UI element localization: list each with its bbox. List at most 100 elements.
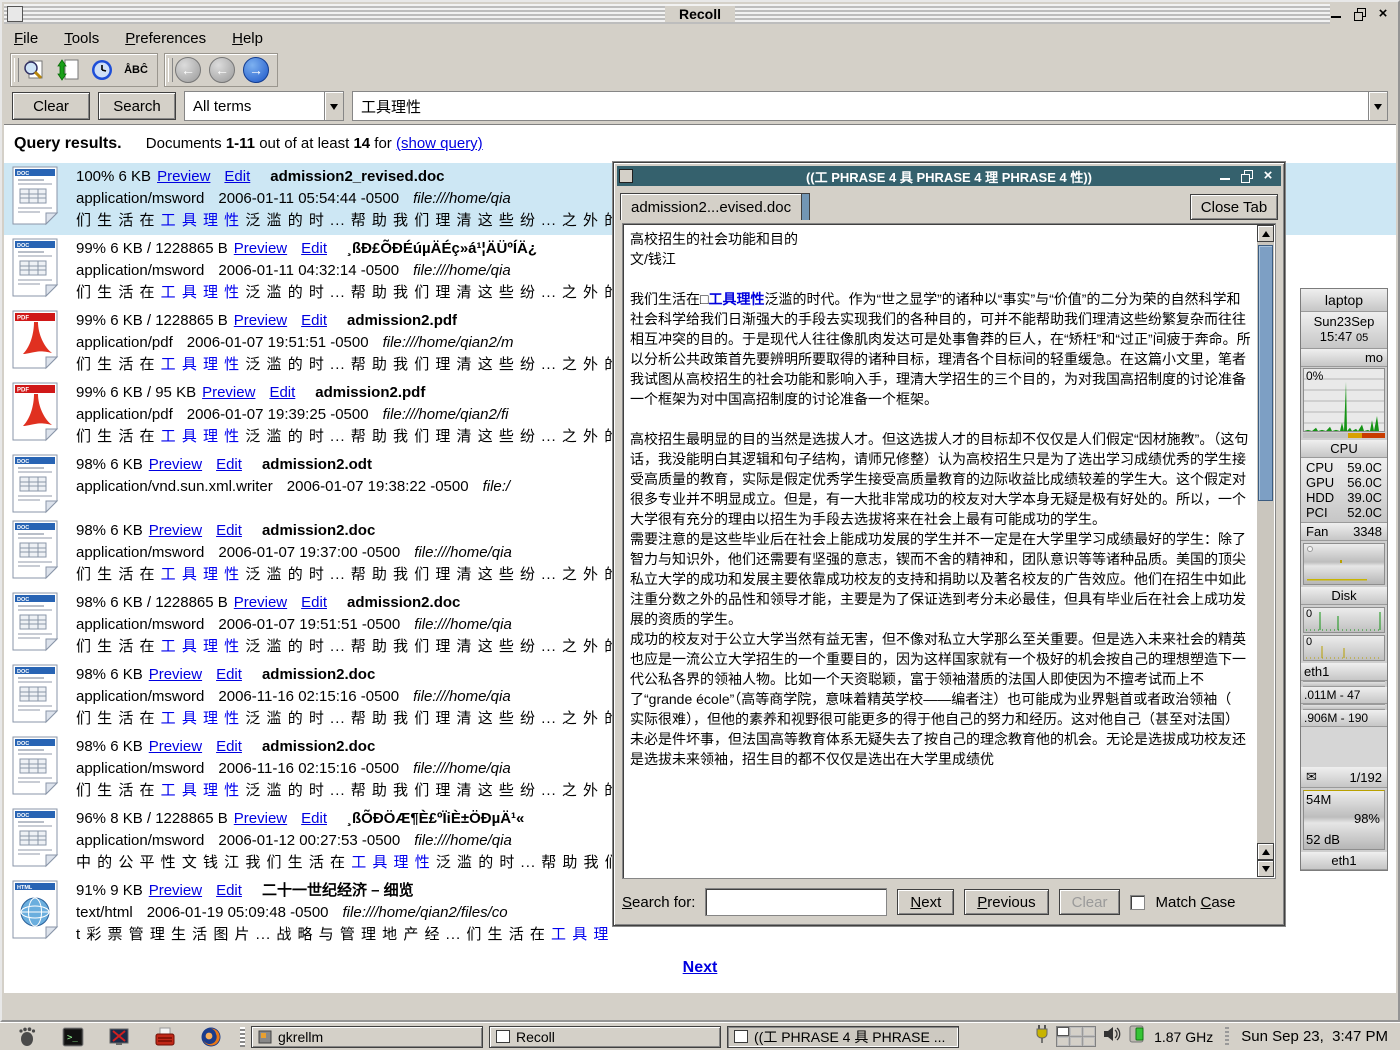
taskbar-handle[interactable] [240, 1027, 245, 1047]
find-previous-button[interactable]: Previous [964, 889, 1048, 915]
scroll-up-icon[interactable] [1257, 843, 1274, 860]
speaker-icon[interactable] [1102, 1025, 1122, 1048]
scrollbar-thumb[interactable] [1258, 245, 1273, 501]
preview-title: ((工 PHRASE 4 具 PHRASE 4 理 PHRASE 4 性)) [617, 167, 1281, 186]
result-url: file:///home/qian2/fi [383, 406, 509, 423]
previous-page-button[interactable]: ← [209, 57, 235, 83]
search-mode-combo[interactable]: All terms [184, 91, 344, 121]
menu-preferences[interactable]: Preferences [125, 30, 206, 47]
doc-file-icon: DOC [10, 238, 60, 298]
preview-link[interactable]: Preview [149, 522, 202, 539]
show-query-link[interactable]: (show query) [396, 135, 483, 152]
disk-chart-1: 0 [1303, 607, 1385, 633]
result-title: admission2.doc [262, 522, 375, 539]
preview-link[interactable]: Preview [234, 594, 287, 611]
find-next-button[interactable]: Next [897, 889, 954, 915]
sort-by-date-icon[interactable] [55, 57, 81, 83]
preview-link[interactable]: Preview [234, 240, 287, 257]
match-case-checkbox[interactable] [1130, 895, 1145, 910]
preview-link[interactable]: Preview [234, 810, 287, 827]
toolbar: ÅBĈ ← ← → [4, 52, 278, 88]
task-recoll[interactable]: Recoll [489, 1026, 721, 1048]
gkrellm-window[interactable]: laptop Sun23Sep 15:47 05 mo 0% CPU CPU59… [1300, 288, 1388, 871]
result-url: file:///home/qia [414, 544, 512, 561]
close-button[interactable]: × [1261, 169, 1275, 183]
result-score: 96% 8 KB / 1228865 B [76, 810, 228, 827]
lock-screen-icon[interactable] [107, 1025, 131, 1049]
restore-button[interactable] [1240, 169, 1254, 183]
edit-link[interactable]: Edit [216, 882, 242, 899]
edit-link[interactable]: Edit [216, 456, 242, 473]
task-gkrellm[interactable]: gkrellm [251, 1026, 483, 1048]
preview-scrollbar[interactable] [1257, 225, 1274, 877]
preview-link[interactable]: Preview [157, 168, 210, 185]
edit-link[interactable]: Edit [216, 666, 242, 683]
typewriter-icon[interactable] [153, 1025, 177, 1049]
results-total: 14 [353, 135, 370, 152]
doc-file-icon: DOC [10, 166, 60, 226]
restore-button[interactable] [1353, 7, 1367, 21]
gkrellm-date: Sun23Sep [1301, 314, 1387, 329]
menu-tools[interactable]: Tools [64, 30, 99, 47]
scroll-down-icon[interactable] [1257, 860, 1274, 877]
edit-link[interactable]: Edit [301, 594, 327, 611]
menu-file[interactable]: File [14, 30, 38, 47]
window-menu-icon[interactable] [7, 6, 23, 22]
preview-link[interactable]: Preview [202, 384, 255, 401]
result-title: admission2.doc [262, 666, 375, 683]
first-page-button[interactable]: ← [175, 57, 201, 83]
result-score: 99% 6 KB / 1228865 B [76, 240, 228, 257]
clear-button[interactable]: Clear [12, 92, 90, 120]
svg-text:DOC: DOC [17, 669, 29, 675]
find-input[interactable] [705, 888, 887, 916]
query-input[interactable] [353, 92, 1368, 120]
cpu-chip-icon[interactable] [1128, 1024, 1148, 1049]
next-results-link[interactable]: Next [683, 959, 718, 976]
workspace-pager[interactable] [1056, 1026, 1096, 1047]
taskbar-separator[interactable] [1225, 1027, 1229, 1047]
edit-link[interactable]: Edit [224, 168, 250, 185]
gkrellm-time: 15:47 [1320, 329, 1353, 344]
preview-tab[interactable]: admission2...evised.doc [620, 193, 802, 220]
preview-document-text[interactable]: 高校招生的社会功能和目的 文/钱江我们生活在□工具理性泛滥的时代。作为“世之显学… [630, 229, 1251, 874]
search-mode-value: All terms [185, 92, 324, 120]
find-clear-button[interactable]: Clear [1059, 889, 1121, 915]
menu-help[interactable]: Help [232, 30, 263, 47]
edit-link[interactable]: Edit [216, 522, 242, 539]
chevron-down-icon[interactable] [324, 92, 343, 120]
new-search-icon[interactable] [21, 57, 47, 83]
svg-text:HTML: HTML [17, 885, 33, 891]
firefox-icon[interactable] [199, 1025, 223, 1049]
minimize-button[interactable] [1219, 169, 1233, 183]
history-clock-icon[interactable] [89, 57, 115, 83]
task-preview[interactable]: ((工 PHRASE 4 具 PHRASE ... [727, 1026, 959, 1048]
preview-link[interactable]: Preview [234, 312, 287, 329]
scroll-up-icon[interactable] [1257, 225, 1274, 242]
close-button[interactable]: × [1376, 7, 1390, 21]
query-combo[interactable] [352, 91, 1388, 121]
edit-link[interactable]: Edit [301, 240, 327, 257]
result-title: 二十一世纪经济 – 细览 [262, 882, 414, 899]
preview-titlebar[interactable]: ((工 PHRASE 4 具 PHRASE 4 理 PHRASE 4 性)) × [617, 166, 1281, 186]
preview-link[interactable]: Preview [149, 456, 202, 473]
search-button[interactable]: Search [98, 92, 176, 120]
edit-link[interactable]: Edit [301, 810, 327, 827]
next-page-button[interactable]: → [243, 57, 269, 83]
preview-link[interactable]: Preview [149, 882, 202, 899]
preview-paragraph: 我们生活在□工具理性泛滥的时代。作为“世之显学”的诸种以“事实”与“价值”的二分… [630, 289, 1251, 409]
gnome-menu-icon[interactable] [15, 1025, 39, 1049]
chevron-down-icon[interactable] [1368, 92, 1387, 120]
terminal-icon[interactable]: >_ [61, 1025, 85, 1049]
minimize-button[interactable] [1330, 7, 1344, 21]
term-explorer-icon[interactable]: ÅBĈ [123, 57, 149, 83]
edit-link[interactable]: Edit [269, 384, 295, 401]
edit-link[interactable]: Edit [216, 738, 242, 755]
doc-file-icon: DOC [10, 808, 60, 868]
power-plug-icon[interactable] [1034, 1024, 1050, 1049]
close-tab-button[interactable]: Close Tab [1190, 194, 1278, 220]
preview-link[interactable]: Preview [149, 738, 202, 755]
recoll-titlebar[interactable]: Recoll × [4, 4, 1396, 24]
preview-tabbar: admission2...evised.doc Close Tab [620, 190, 1278, 220]
preview-link[interactable]: Preview [149, 666, 202, 683]
edit-link[interactable]: Edit [301, 312, 327, 329]
